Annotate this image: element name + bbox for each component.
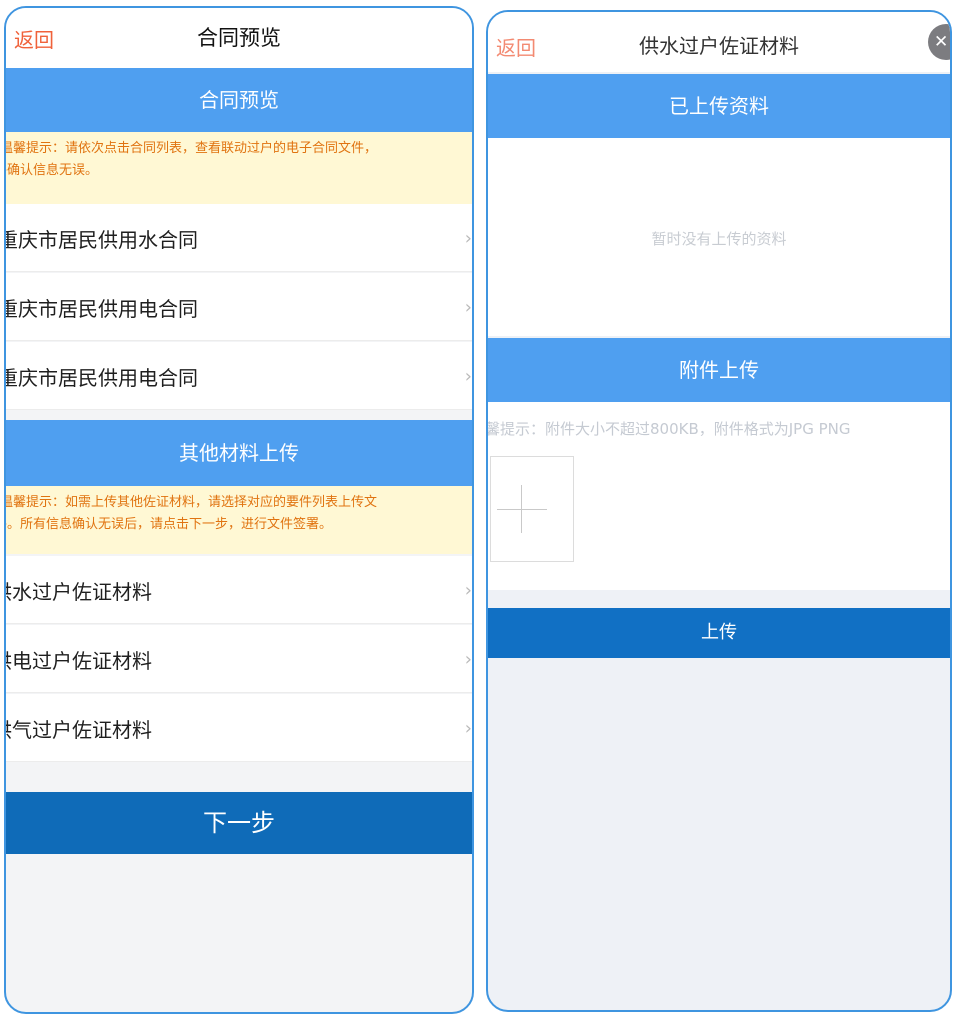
material-item-water[interactable]: 供水过户佐证材料 › [6, 556, 472, 624]
upload-materials-screen: 返回 供水过户佐证材料 ✕ 已上传资料 暂时没有上传的资料 附件上传 温馨提示：… [486, 10, 952, 1012]
attachment-section-header: 附件上传 [488, 338, 950, 402]
chevron-right-icon: › [464, 228, 472, 249]
chevron-right-icon: › [464, 366, 472, 387]
contracts-section-header: 合同预览 [6, 68, 472, 132]
list-item-label: 供水过户佐证材料 [4, 580, 152, 604]
next-step-button[interactable]: 下一步 [6, 792, 472, 854]
empty-state-text: 暂时没有上传的资料 [651, 230, 787, 248]
material-item-electric[interactable]: 供电过户佐证材料 › [6, 625, 472, 693]
list-item-label: 供电过户佐证材料 [4, 649, 152, 673]
page-title: 合同预览 [197, 26, 281, 50]
contract-preview-screen: 返回 合同预览 合同预览 温馨提示：请依次点击合同列表，查看联动过户的电子合同文… [4, 6, 474, 1014]
materials-tip-line-2: 件。所有信息确认无误后，请点击下一步，进行文件签署。 [6, 517, 333, 532]
plus-icon-vertical [521, 485, 522, 533]
contract-item-water[interactable]: 重庆市居民供用水合同 › [6, 204, 472, 272]
materials-section-header: 其他材料上传 [6, 420, 472, 486]
material-item-gas[interactable]: 供气过户佐证材料 › [6, 694, 472, 762]
contracts-tip-line-1: 温馨提示：请依次点击合同列表，查看联动过户的电子合同文件， [6, 141, 378, 156]
contract-item-electric-2[interactable]: 重庆市居民供用电合同 › [6, 342, 472, 410]
contracts-tip-line-2: 并确认信息无误。 [6, 163, 99, 178]
upload-button[interactable]: 上传 [488, 608, 950, 658]
plus-icon [497, 509, 547, 510]
chevron-right-icon: › [464, 649, 472, 670]
list-item-label: 重庆市居民供用电合同 [4, 366, 198, 390]
chevron-right-icon: › [464, 297, 472, 318]
materials-tip: 温馨提示：如需上传其他佐证材料，请选择对应的要件列表上传文 件。所有信息确认无误… [6, 486, 472, 554]
nav-bar: 返回 合同预览 [6, 8, 472, 68]
list-item-label: 供气过户佐证材料 [4, 718, 152, 742]
attachment-tip: 温馨提示：附件大小不超过800KB，附件格式为JPG PNG [486, 420, 851, 438]
nav-bar: 返回 供水过户佐证材料 ✕ [488, 12, 950, 72]
chevron-right-icon: › [464, 580, 472, 601]
list-item-label: 重庆市居民供用电合同 [4, 297, 198, 321]
page-title: 供水过户佐证材料 [639, 34, 799, 58]
list-item-label: 重庆市居民供用水合同 [4, 228, 198, 252]
chevron-right-icon: › [464, 718, 472, 739]
uploaded-section-header: 已上传资料 [488, 74, 950, 138]
contract-item-electric[interactable]: 重庆市居民供用电合同 › [6, 273, 472, 341]
uploaded-empty-panel: 暂时没有上传的资料 [488, 138, 950, 336]
contracts-tip: 温馨提示：请依次点击合同列表，查看联动过户的电子合同文件， 并确认信息无误。 [6, 132, 472, 204]
add-attachment-button[interactable] [490, 456, 574, 562]
materials-tip-line-1: 温馨提示：如需上传其他佐证材料，请选择对应的要件列表上传文 [6, 495, 378, 510]
